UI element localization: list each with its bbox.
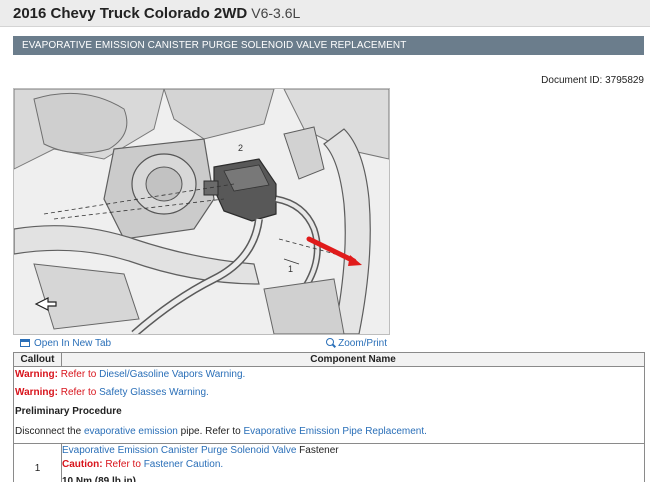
warning-label: Warning:: [15, 387, 58, 398]
document-id: Document ID: 3795829: [541, 75, 644, 86]
preliminary-cell: Warning: Refer to Diesel/Gasoline Vapors…: [13, 366, 645, 444]
vehicle-title: 2016 Chevy Truck Colorado 2WD V6-3.6L: [13, 5, 300, 22]
callout-column-header: Callout: [13, 352, 62, 367]
figure-callout-1: 1: [288, 264, 293, 274]
warning-label: Warning:: [15, 369, 58, 380]
zoom-print-label: Zoom/Print: [338, 338, 387, 349]
table-row: 1 Evaporative Emission Canister Purge So…: [13, 443, 645, 482]
warning-safety-glasses: Warning: Refer to Safety Glasses Warning…: [15, 385, 643, 404]
open-in-new-tab-link[interactable]: Open In New Tab: [20, 338, 111, 349]
vehicle-header-bar: 2016 Chevy Truck Colorado 2WD V6-3.6L: [0, 0, 650, 27]
pipe-replacement-link[interactable]: Evaporative Emission Pipe Replacement: [243, 426, 424, 437]
caution-period: .: [220, 459, 224, 470]
zoom-icon: [326, 338, 336, 348]
component-cell: Evaporative Emission Canister Purge Sole…: [61, 443, 645, 482]
procedure-table: Callout Component Name Warning: Refer to…: [13, 352, 645, 482]
warning-refer-text: Refer to: [60, 369, 97, 380]
torque-spec: 10 Nm (89 lb in): [62, 476, 136, 482]
figure-callout-2: 2: [238, 143, 243, 153]
instruction-text: Disconnect the: [15, 426, 82, 437]
caution-label: Caution:: [62, 459, 103, 470]
component-suffix: Fastener: [299, 445, 339, 456]
procedure-illustration[interactable]: 2 1: [13, 88, 390, 335]
callout-number: 1: [13, 443, 62, 482]
preliminary-heading: Preliminary Procedure: [15, 406, 122, 417]
new-tab-icon: [20, 339, 30, 347]
vehicle-name: 2016 Chevy Truck Colorado 2WD: [13, 5, 248, 22]
vapors-warning-link[interactable]: Diesel/Gasoline Vapors Warning: [99, 369, 242, 380]
warning-refer-text: Refer to: [60, 387, 97, 398]
caution-refer-text: Refer to: [105, 459, 141, 470]
safety-glasses-warning-link[interactable]: Safety Glasses Warning: [99, 387, 206, 398]
warning-vapors: Warning: Refer to Diesel/Gasoline Vapors…: [15, 367, 643, 385]
figure-actions: Open In New Tab Zoom/Print: [13, 336, 390, 352]
fastener-caution-link[interactable]: Fastener Caution: [144, 459, 221, 470]
warning-period: .: [242, 369, 246, 380]
component-column-header: Component Name: [61, 352, 645, 367]
procedure-title: EVAPORATIVE EMISSION CANISTER PURGE SOLE…: [22, 40, 407, 51]
zoom-print-link[interactable]: Zoom/Print: [326, 338, 387, 349]
engine-line-drawing: 2 1: [14, 89, 389, 334]
warning-period: .: [206, 387, 209, 398]
open-in-new-tab-label: Open In New Tab: [34, 338, 112, 349]
procedure-title-bar: EVAPORATIVE EMISSION CANISTER PURGE SOLE…: [13, 36, 644, 55]
purge-solenoid-valve-link[interactable]: Evaporative Emission Canister Purge Sole…: [62, 445, 296, 456]
instruction-text: pipe. Refer to: [180, 426, 241, 437]
preliminary-row: Warning: Refer to Diesel/Gasoline Vapors…: [13, 366, 645, 444]
caution-line: Caution: Refer to Fastener Caution.: [62, 458, 640, 472]
disconnect-instruction: Disconnect the evaporative emission pipe…: [15, 422, 643, 443]
engine-spec: V6-3.6L: [251, 5, 301, 21]
component-name: Evaporative Emission Canister Purge Sole…: [62, 444, 640, 458]
evaporative-emission-link[interactable]: evaporative emission: [84, 426, 178, 437]
instruction-period: .: [424, 426, 427, 437]
